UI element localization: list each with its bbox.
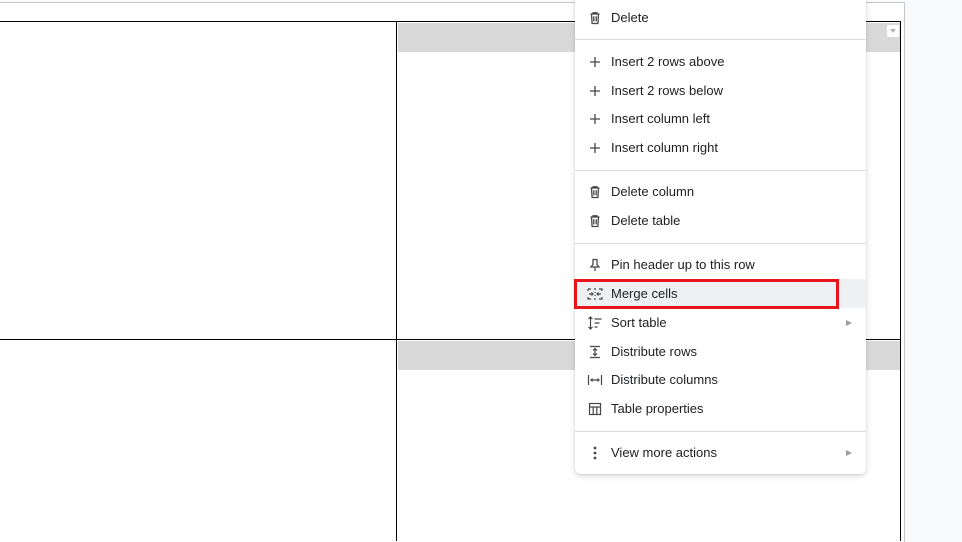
menu-item-label: Sort table: [611, 315, 667, 330]
menu-item-label: View more actions: [611, 445, 717, 460]
plus-icon: [587, 54, 603, 70]
menu-item-delete-table[interactable]: Delete table: [575, 206, 866, 235]
menu-item-label: Insert 2 rows above: [611, 54, 725, 69]
trash-icon: [587, 213, 603, 229]
submenu-arrow-icon: [846, 449, 852, 456]
merge-cells-icon: [587, 286, 603, 302]
submenu-arrow-icon: [846, 319, 852, 326]
menu-item-label: Delete: [611, 10, 649, 25]
menu-item-insert-rows-below[interactable]: Insert 2 rows below: [575, 76, 866, 105]
menu-item-distribute-rows[interactable]: Distribute rows: [575, 337, 866, 366]
menu-item-label: Insert column left: [611, 111, 710, 126]
menu-separator: [575, 170, 866, 171]
pin-icon: [587, 257, 603, 273]
menu-item-insert-rows-above[interactable]: Insert 2 rows above: [575, 47, 866, 76]
menu-item-insert-column-left[interactable]: Insert column left: [575, 104, 866, 133]
more-vert-icon: [587, 445, 603, 461]
menu-separator: [575, 431, 866, 432]
distribute-columns-icon: [587, 372, 603, 388]
menu-separator: [575, 39, 866, 40]
menu-item-delete-column[interactable]: Delete column: [575, 177, 866, 206]
distribute-rows-icon: [587, 344, 603, 360]
menu-item-merge-cells[interactable]: Merge cells: [575, 279, 866, 308]
trash-icon: [587, 184, 603, 200]
menu-item-distribute-columns[interactable]: Distribute columns: [575, 365, 866, 394]
cell-dropdown-button[interactable]: [887, 25, 899, 37]
chevron-down-icon: [890, 29, 896, 33]
table-context-menu: Delete Insert 2 rows above Insert 2 rows…: [575, 0, 866, 474]
trash-icon: [587, 10, 603, 26]
menu-item-label: Insert 2 rows below: [611, 83, 723, 98]
plus-icon: [587, 111, 603, 127]
menu-item-sort-table[interactable]: Sort table: [575, 308, 866, 337]
plus-icon: [587, 140, 603, 156]
menu-separator: [575, 243, 866, 244]
menu-item-label: Insert column right: [611, 140, 718, 155]
menu-item-label: Delete column: [611, 184, 695, 199]
menu-item-label: Pin header up to this row: [611, 257, 755, 272]
menu-item-pin-header[interactable]: Pin header up to this row: [575, 250, 866, 279]
menu-item-label: Table properties: [611, 401, 704, 416]
table-column-divider: [396, 21, 397, 541]
menu-item-delete[interactable]: Delete: [575, 3, 866, 32]
menu-item-label: Delete table: [611, 213, 681, 228]
plus-icon: [587, 83, 603, 99]
table-icon: [587, 401, 603, 417]
menu-item-table-properties[interactable]: Table properties: [575, 394, 866, 423]
sort-icon: [587, 315, 603, 331]
menu-item-label: Distribute rows: [611, 344, 697, 359]
menu-item-label: Merge cells: [611, 286, 678, 301]
menu-item-insert-column-right[interactable]: Insert column right: [575, 133, 866, 162]
menu-item-label: Distribute columns: [611, 372, 718, 387]
menu-item-view-more-actions[interactable]: View more actions: [575, 438, 866, 467]
